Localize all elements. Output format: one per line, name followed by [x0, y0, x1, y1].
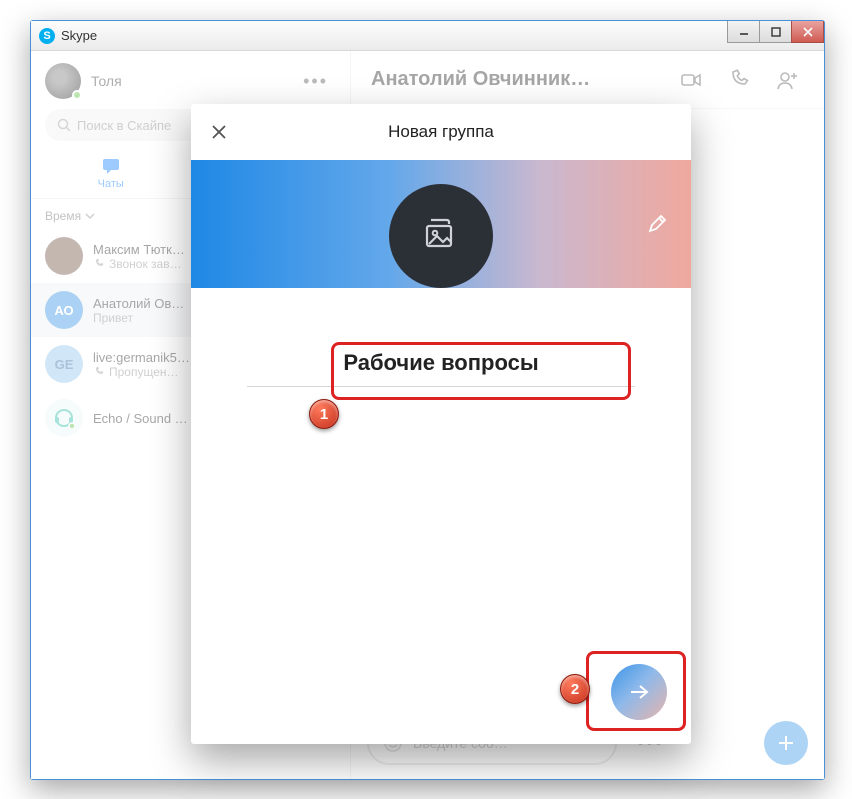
contact-name: Echo / Sound …	[93, 411, 188, 426]
phone-icon	[93, 258, 105, 270]
modal-hero	[191, 160, 691, 288]
edit-hero-button[interactable]	[641, 208, 673, 240]
new-chat-button[interactable]	[764, 721, 808, 765]
modal-header: Новая группа	[191, 104, 691, 160]
contact-name: Максим Тютк…	[93, 242, 185, 257]
search-placeholder: Поиск в Скайпе	[77, 118, 171, 133]
plus-icon	[776, 733, 796, 753]
video-call-button[interactable]	[672, 61, 710, 99]
chat-icon	[100, 157, 122, 175]
sidebar-more-button[interactable]: •••	[295, 67, 336, 96]
own-username[interactable]: Толя	[91, 73, 295, 89]
tab-chats[interactable]: Чаты	[31, 151, 191, 198]
window-maximize-button[interactable]	[759, 21, 792, 43]
close-icon	[211, 124, 227, 140]
image-icon	[419, 214, 463, 258]
contact-avatar: АО	[45, 291, 83, 329]
group-name-field-wrap	[191, 342, 691, 387]
chevron-down-icon	[85, 211, 95, 221]
window-close-button[interactable]	[791, 21, 824, 43]
new-group-modal: Новая группа	[191, 104, 691, 744]
conversation-title[interactable]: Анатолий Овчинник…	[371, 68, 662, 91]
pencil-icon	[647, 214, 667, 234]
conversation-header: Анатолий Овчинник…	[351, 51, 824, 109]
sidebar-header: Толя •••	[31, 51, 350, 109]
window-title: Skype	[61, 28, 97, 43]
own-avatar[interactable]	[45, 63, 81, 99]
add-user-icon	[775, 68, 799, 92]
contact-avatar: GE	[45, 345, 83, 383]
headset-icon	[53, 407, 75, 429]
modal-close-button[interactable]	[205, 118, 233, 146]
phone-icon	[93, 366, 105, 378]
phone-icon	[728, 69, 750, 91]
search-icon	[57, 118, 71, 132]
modal-footer	[191, 664, 691, 744]
app-window: S Skype Толя •••	[30, 20, 825, 780]
skype-logo-icon: S	[39, 28, 55, 44]
contact-avatar	[45, 399, 83, 437]
contact-name: Анатолий Ов…	[93, 296, 184, 311]
titlebar: S Skype	[31, 21, 824, 51]
contact-name: live:germanik5…	[93, 350, 190, 365]
add-participant-button[interactable]	[768, 61, 806, 99]
contact-avatar	[45, 237, 83, 275]
contact-subtext: Привет	[93, 311, 184, 325]
tab-chats-label: Чаты	[98, 178, 124, 190]
video-icon	[679, 68, 703, 92]
group-avatar-placeholder[interactable]	[389, 184, 493, 288]
presence-dot-icon	[72, 90, 82, 100]
section-header-label: Время	[45, 209, 81, 223]
contact-subtext: Пропущен…	[93, 365, 190, 379]
contact-subtext: Звонок зав…	[93, 257, 185, 271]
modal-next-button[interactable]	[611, 664, 667, 720]
modal-title: Новая группа	[388, 122, 494, 142]
group-name-input[interactable]	[247, 342, 635, 387]
window-minimize-button[interactable]	[727, 21, 760, 43]
audio-call-button[interactable]	[720, 61, 758, 99]
arrow-right-icon	[627, 680, 651, 704]
